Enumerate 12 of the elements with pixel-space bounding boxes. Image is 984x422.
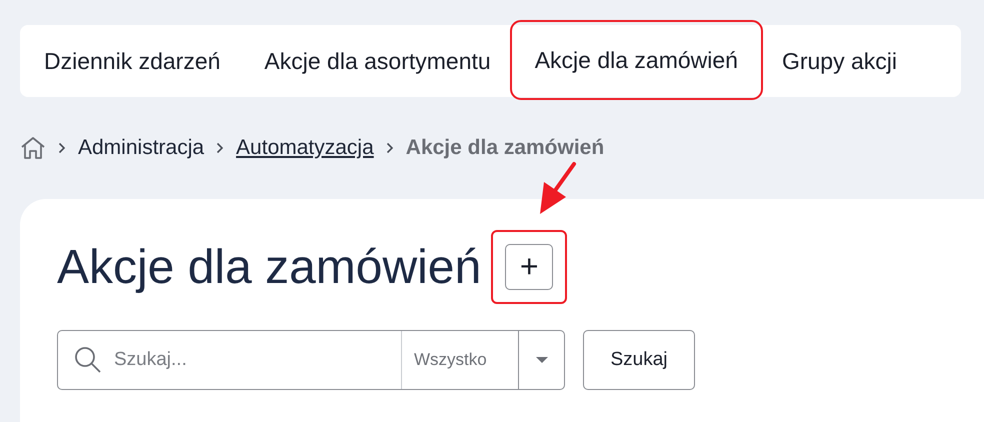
breadcrumb-link[interactable]: Administracja [78,136,204,160]
tab[interactable]: Dziennik zdarzeń [20,25,242,97]
breadcrumb-current: Akcje dla zamówień [406,136,604,160]
search-button[interactable]: Szukaj [583,330,695,390]
add-button[interactable]: + [505,244,554,290]
breadcrumb-link[interactable]: Automatyzacja [236,136,374,160]
search-field[interactable]: Szukaj... Wszystko [57,330,565,390]
tab[interactable]: Akcje dla asortymentu [242,25,513,97]
tab[interactable]: Grupy akcji [760,25,920,97]
tab[interactable]: Akcje dla zamówień [512,23,760,97]
page-title: Akcje dla zamówień [57,240,482,294]
filter-select[interactable]: Wszystko [402,350,487,370]
